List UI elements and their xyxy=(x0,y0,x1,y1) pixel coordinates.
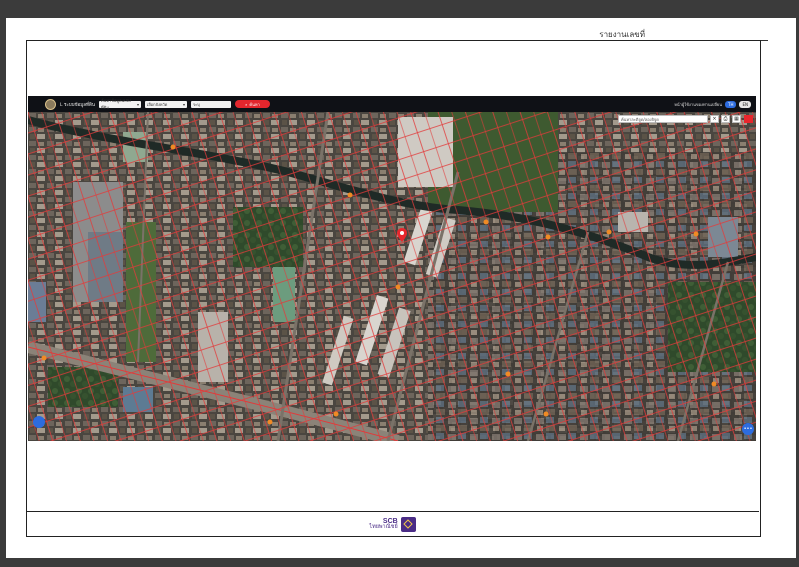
search-type-value: ค้นหาข้อมูลแปลงที่ดิน xyxy=(100,98,131,110)
site-title: L ระบบข้อมูลที่ดิน xyxy=(60,102,95,108)
bank-thai-name: ไทยพาณิชย์ xyxy=(369,523,398,530)
location-pin-icon[interactable] xyxy=(397,228,407,242)
bank-emblem-icon xyxy=(400,516,416,532)
parcel-input-placeholder: ระบุ xyxy=(192,101,200,107)
report-footer: SCB ไทยพาณิชย์ xyxy=(26,511,759,536)
chevron-down-icon: ▾ xyxy=(182,101,185,107)
search-button-label: ค้นหา xyxy=(249,101,260,107)
bank-logo-text: SCB ไทยพาณิชย์ xyxy=(369,518,397,531)
location-marker-icon[interactable] xyxy=(744,115,753,123)
print-icon[interactable]: ⎙ xyxy=(721,115,730,123)
search-icon: ⌕ xyxy=(245,101,248,107)
clear-icon[interactable]: × xyxy=(710,115,719,123)
province-select[interactable]: เลือกจังหวัด ▾ xyxy=(144,100,187,108)
search-type-select[interactable]: ค้นหาข้อมูลแปลงที่ดิน ▾ xyxy=(98,98,141,110)
coordinate-search-placeholder: ค้นหาละติจูด/ลองจิจูด xyxy=(621,116,659,122)
map-screenshot: L ระบบข้อมูลที่ดิน ค้นหาข้อมูลแปลงที่ดิน… xyxy=(28,96,756,441)
topbar-right: หน้าผู้ใช้งานของท่านเปลี่ยน TH EN xyxy=(674,100,751,108)
satellite-map[interactable] xyxy=(28,112,756,441)
chevron-down-icon: ▾ xyxy=(136,101,139,107)
parcel-input[interactable]: ระบุ xyxy=(190,100,231,108)
map-type-icon[interactable]: ▦ xyxy=(732,115,741,123)
drop-pin-button[interactable] xyxy=(33,416,45,428)
map-topbar: L ระบบข้อมูลที่ดิน ค้นหาข้อมูลแปลงที่ดิน… xyxy=(28,96,756,112)
lang-th-button[interactable]: TH xyxy=(725,100,737,108)
lang-en-button[interactable]: EN xyxy=(739,100,751,108)
map-canvas[interactable] xyxy=(28,112,756,441)
site-logo-icon xyxy=(45,98,56,110)
user-link[interactable]: หน้าผู้ใช้งานของท่านเปลี่ยน xyxy=(674,101,722,108)
search-button[interactable]: ⌕ ค้นหา xyxy=(234,100,270,108)
province-value: เลือกจังหวัด xyxy=(146,101,168,107)
coordinate-search-input[interactable]: ค้นหาละติจูด/ลองจิจูด xyxy=(618,115,708,123)
report-page: รายงานเลขที่ L ระบบข้อมูลที่ดิน ค้นหาข้อ… xyxy=(6,18,796,558)
bank-logo: SCB ไทยพาณิชย์ xyxy=(369,516,416,532)
layers-button[interactable]: ••• xyxy=(742,423,754,435)
